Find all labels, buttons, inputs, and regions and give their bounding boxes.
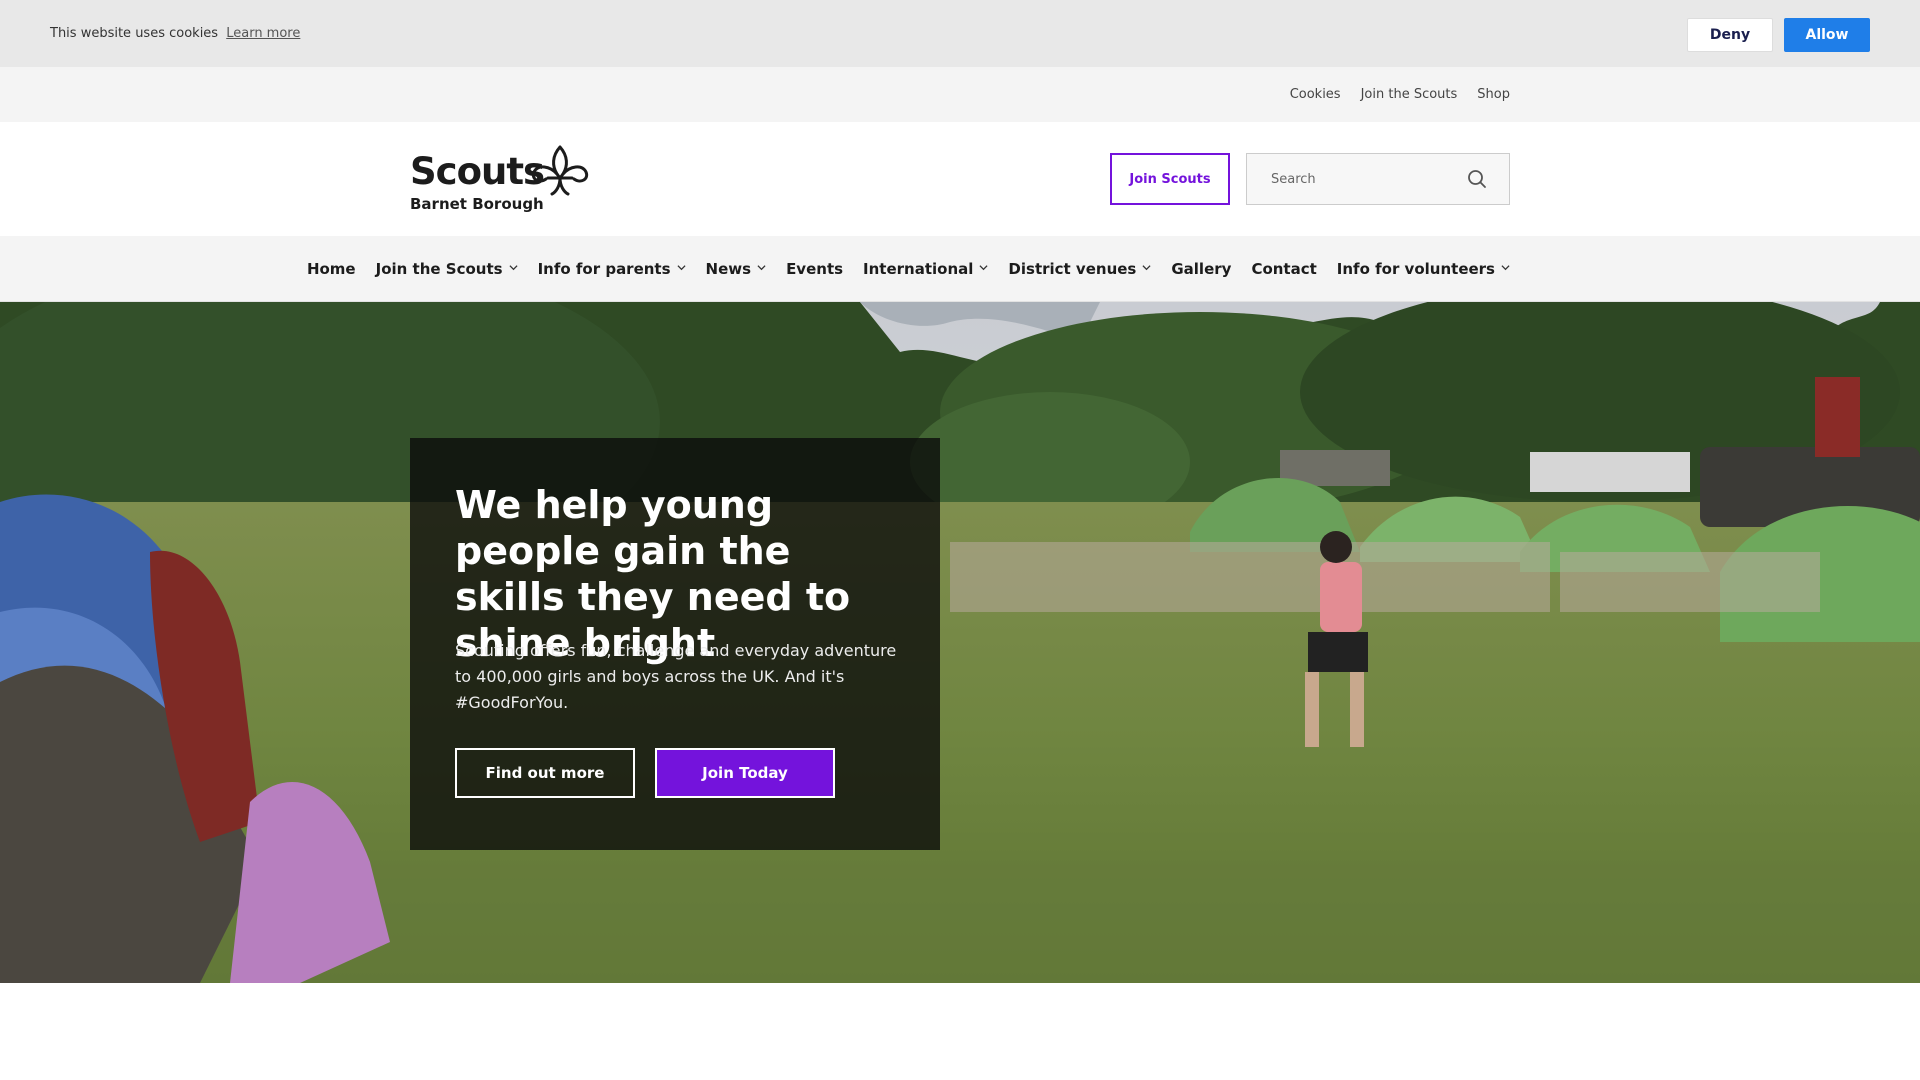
nav-item-label: Home (306, 260, 356, 278)
hero-panel: We help young people gain the skills the… (410, 438, 940, 850)
chevron-down-icon (1142, 265, 1151, 271)
nav-item-label: Events (786, 260, 844, 278)
search-input[interactable] (1247, 154, 1467, 204)
utility-link-cookies[interactable]: Cookies (1290, 87, 1341, 102)
nav-item-news[interactable]: News (696, 236, 777, 302)
nav-item-contact[interactable]: Contact (1241, 236, 1326, 302)
nav-item-label: Contact (1251, 260, 1317, 278)
nav-item-label: Info for parents (537, 260, 671, 278)
nav-item-label: Gallery (1171, 260, 1232, 278)
utility-bar: Cookies Join the Scouts Shop (0, 67, 1920, 122)
utility-links: Cookies Join the Scouts Shop (1290, 87, 1510, 102)
site-logo[interactable]: Scouts Barnet Borough (410, 144, 590, 216)
nav-item-district-venues[interactable]: District venues (998, 236, 1161, 302)
main-navigation: Home Join the Scouts Info for parents Ne… (0, 236, 1920, 302)
nav-item-label: Info for volunteers (1336, 260, 1495, 278)
cookie-allow-button[interactable]: Allow (1784, 18, 1870, 52)
chevron-down-icon (757, 265, 766, 271)
find-out-more-button[interactable]: Find out more (455, 748, 635, 798)
join-today-button[interactable]: Join Today (655, 748, 835, 798)
nav-item-events[interactable]: Events (776, 236, 853, 302)
cookie-learn-more-link[interactable]: Learn more (226, 26, 300, 41)
chevron-down-icon (1501, 265, 1510, 271)
nav-list: Home Join the Scouts Info for parents Ne… (297, 236, 1510, 302)
chevron-down-icon (979, 265, 988, 271)
hero-photo-scouts-campsite (0, 302, 1920, 983)
search-icon[interactable] (1467, 169, 1487, 189)
hero-section: We help young people gain the skills the… (0, 302, 1920, 983)
nav-item-info-for-volunteers[interactable]: Info for volunteers (1327, 236, 1510, 302)
logo-subtitle: Barnet Borough (410, 195, 544, 213)
logo-wordmark: Scouts (410, 150, 545, 193)
join-scouts-button[interactable]: Join Scouts (1110, 153, 1230, 205)
nav-item-gallery[interactable]: Gallery (1161, 236, 1241, 302)
nav-item-join-the-scouts[interactable]: Join the Scouts (366, 236, 528, 302)
nav-item-label: District venues (1008, 260, 1137, 278)
chevron-down-icon (509, 265, 518, 271)
nav-item-info-for-parents[interactable]: Info for parents (528, 236, 696, 302)
cookie-message: This website uses cookies Learn more (50, 26, 300, 41)
utility-link-join-the-scouts[interactable]: Join the Scouts (1361, 87, 1458, 102)
cookie-deny-button[interactable]: Deny (1687, 18, 1773, 52)
fleur-de-lis-icon (531, 145, 589, 196)
nav-item-label: International (863, 260, 974, 278)
site-header: Scouts Barnet Borough Join Scouts (0, 122, 1920, 236)
nav-item-label: Join the Scouts (375, 260, 503, 278)
utility-link-shop[interactable]: Shop (1477, 87, 1510, 102)
cookie-message-text: This website uses cookies (50, 26, 219, 41)
nav-item-label: News (705, 260, 752, 278)
nav-item-international[interactable]: International (853, 236, 998, 302)
chevron-down-icon (677, 265, 686, 271)
hero-description: Scouting offers fun, challenge and every… (455, 641, 897, 712)
nav-item-home[interactable]: Home (297, 236, 366, 302)
search-box (1246, 153, 1510, 205)
cookie-banner: This website uses cookies Learn more Den… (0, 0, 1920, 67)
